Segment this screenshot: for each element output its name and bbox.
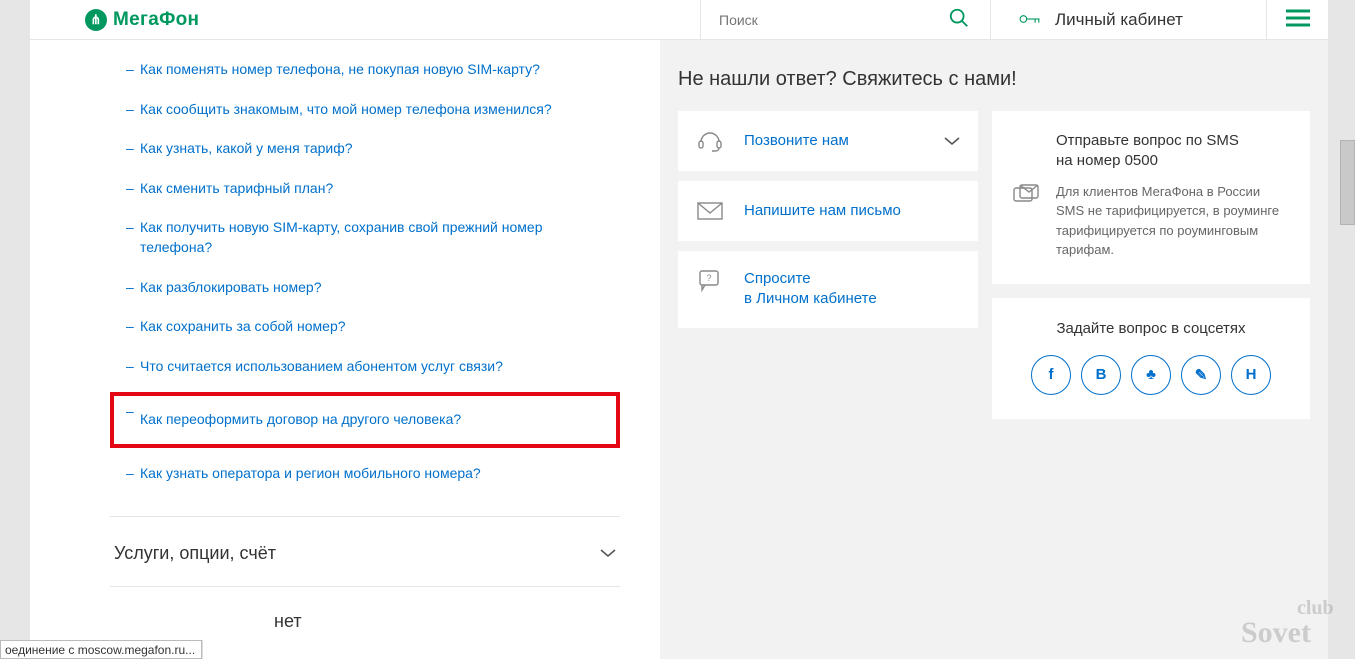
logo[interactable]: ⋔ МегаФон	[85, 9, 199, 31]
faq-item: Как узнать оператора и регион мобильного…	[110, 454, 620, 494]
status-bar: оединение с moscow.megafon.ru...	[0, 640, 202, 659]
svg-text:?: ?	[706, 273, 711, 283]
truncated-section-title: нет	[110, 586, 620, 642]
contact-write-label: Напишите нам письмо	[744, 201, 901, 221]
contact-call-label: Позвоните нам	[744, 131, 849, 151]
faq-link[interactable]: Как поменять номер телефона, не покупая …	[140, 61, 540, 77]
social-title: Задайте вопрос в соцсетях	[1008, 320, 1294, 337]
odnoklassniki-icon[interactable]: ♣	[1131, 355, 1171, 395]
vk-icon[interactable]: В	[1081, 355, 1121, 395]
cabinet-label: Личный кабинет	[1055, 10, 1183, 30]
headset-icon	[696, 129, 724, 153]
search-area	[700, 0, 990, 39]
section-title: Услуги, опции, счёт	[114, 543, 276, 564]
menu-button[interactable]	[1266, 0, 1328, 39]
habr-icon[interactable]: Н	[1231, 355, 1271, 395]
chevron-down-icon	[944, 133, 960, 149]
faq-link[interactable]: Как сообщить знакомым, что мой номер тел…	[140, 101, 552, 117]
faq-item: Как сообщить знакомым, что мой номер тел…	[110, 90, 620, 130]
contact-call-card[interactable]: Позвоните нам	[678, 111, 978, 171]
search-icon[interactable]	[948, 7, 970, 32]
contact-heading: Не нашли ответ? Свяжитесь с нами!	[678, 68, 1310, 91]
search-input[interactable]	[719, 12, 972, 28]
faq-link[interactable]: Как разблокировать номер?	[140, 279, 322, 295]
hamburger-icon	[1285, 8, 1311, 31]
faq-item: Как поменять номер телефона, не покупая …	[110, 50, 620, 90]
contact-ask-card[interactable]: ? Спросите в Личном кабинете	[678, 251, 978, 328]
faq-item: Как сохранить за собой номер?	[110, 307, 620, 347]
faq-list: Как поменять номер телефона, не покупая …	[110, 50, 620, 494]
social-row: fВ♣✎Н	[1008, 355, 1294, 395]
sidebar: Не нашли ответ? Свяжитесь с нами! Позвон…	[660, 40, 1328, 659]
facebook-icon[interactable]: f	[1031, 355, 1071, 395]
sms-note: Для клиентов МегаФона в России SMS не та…	[1056, 182, 1290, 260]
faq-item: Как переоформить договор на другого чело…	[110, 392, 620, 448]
faq-link[interactable]: Как сохранить за собой номер?	[140, 318, 346, 334]
faq-link[interactable]: Как узнать оператора и регион мобильного…	[140, 465, 481, 481]
chevron-down-icon	[600, 545, 616, 561]
logo-area: ⋔ МегаФон	[30, 0, 700, 39]
contact-ask-label: Спросите в Личном кабинете	[744, 269, 877, 310]
mail-icon	[696, 199, 724, 223]
faq-item: Как узнать, какой у меня тариф?	[110, 129, 620, 169]
logo-icon: ⋔	[85, 9, 107, 31]
cabinet-link[interactable]: Личный кабинет	[990, 0, 1266, 39]
lj-icon[interactable]: ✎	[1181, 355, 1221, 395]
scrollbar-thumb[interactable]	[1340, 140, 1355, 225]
faq-link[interactable]: Как получить новую SIM-карту, сохранив с…	[140, 219, 542, 255]
faq-item: Как сменить тарифный план?	[110, 169, 620, 209]
sms-card: Отправьте вопрос по SMS на номер 0500 Дл…	[992, 111, 1310, 284]
faq-link[interactable]: Как узнать, какой у меня тариф?	[140, 140, 353, 156]
faq-item: Как получить новую SIM-карту, сохранив с…	[110, 208, 620, 267]
header: ⋔ МегаФон Личный кабинет	[30, 0, 1328, 40]
sms-title: Отправьте вопрос по SMS на номер 0500	[1056, 131, 1290, 172]
social-card: Задайте вопрос в соцсетях fВ♣✎Н	[992, 298, 1310, 419]
faq-item: Что считается использованием абонентом у…	[110, 347, 620, 387]
faq-link[interactable]: Как переоформить договор на другого чело…	[140, 411, 461, 427]
faq-item: Как разблокировать номер?	[110, 268, 620, 308]
question-chat-icon: ?	[696, 269, 724, 293]
logo-text: МегаФон	[113, 9, 199, 31]
key-icon	[1019, 12, 1041, 28]
contact-write-card[interactable]: Напишите нам письмо	[678, 181, 978, 241]
faq-link[interactable]: Что считается использованием абонентом у…	[140, 358, 503, 374]
faq-column: Как поменять номер телефона, не покупая …	[30, 40, 660, 659]
section-toggle[interactable]: Услуги, опции, счёт	[110, 516, 620, 586]
sms-icon	[1012, 131, 1040, 260]
faq-link[interactable]: Как сменить тарифный план?	[140, 180, 333, 196]
